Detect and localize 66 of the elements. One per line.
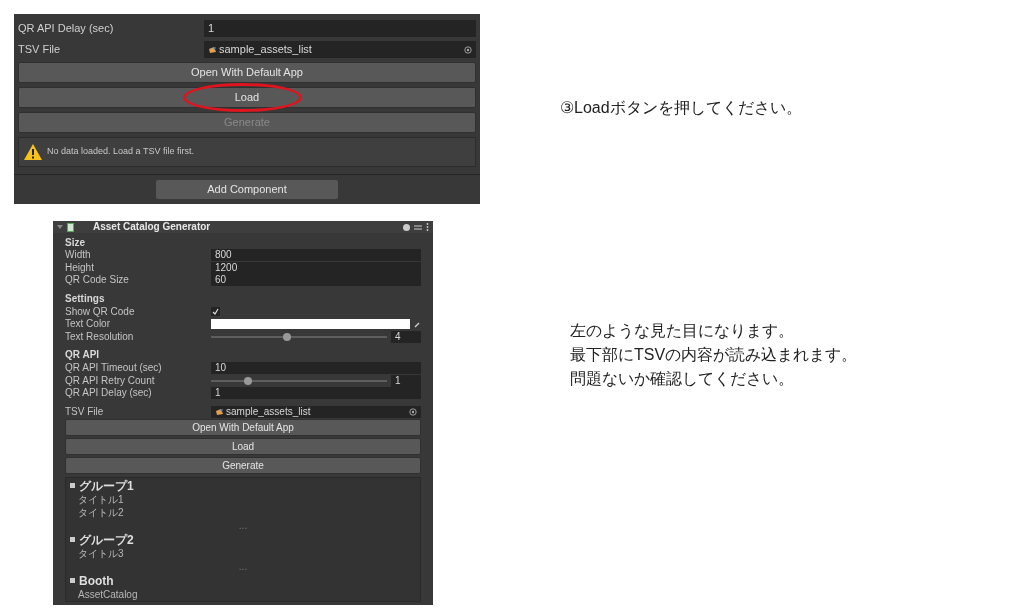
field-label: Text Color — [65, 318, 111, 331]
field-label: Text Resolution — [65, 330, 135, 343]
number-field[interactable]: 1 — [204, 20, 476, 37]
bullet-icon — [70, 483, 75, 488]
field-label: QR API Delay (sec) — [18, 21, 115, 37]
slider-thumb[interactable] — [243, 376, 252, 385]
item-title: タイトル3 — [77, 547, 125, 560]
number-field[interactable]: 4 — [391, 330, 421, 343]
add-component-button[interactable]: Add Component — [156, 180, 338, 199]
section-heading: Size — [65, 236, 85, 249]
field-label: Show QR Code — [65, 305, 136, 318]
target-icon[interactable] — [464, 45, 472, 54]
number-field[interactable]: 800 — [211, 249, 421, 262]
number-field[interactable]: 1 — [211, 387, 421, 400]
field-label: Height — [65, 261, 95, 274]
foldout-arrow-icon[interactable] — [57, 224, 63, 231]
item-title: タイトル1 — [77, 493, 125, 506]
inspector-button[interactable]: Open With Default App — [65, 419, 421, 436]
kebab-menu-icon[interactable] — [426, 223, 429, 232]
file-icon — [215, 407, 224, 416]
object-value: sample_assets_list — [219, 44, 313, 55]
bullet-icon — [70, 537, 75, 542]
object-value: sample_assets_list — [226, 406, 312, 417]
section-heading: QR API — [65, 349, 100, 362]
inspector-button[interactable]: Load — [18, 87, 476, 108]
field-label: TSV File — [18, 42, 62, 58]
number-field[interactable]: 1200 — [211, 261, 421, 274]
file-icon — [208, 45, 217, 54]
slider-thumb[interactable] — [282, 332, 291, 341]
field-label: QR API Timeout (sec) — [65, 361, 163, 374]
instruction-text: ③Loadボタンを押してください。 — [560, 98, 802, 118]
group-name: Booth — [79, 573, 114, 588]
separator-text: ... — [238, 560, 248, 573]
item-title: AssetCatalog — [77, 588, 139, 601]
checkbox[interactable] — [211, 307, 220, 317]
color-swatch[interactable] — [211, 319, 410, 330]
number-field[interactable]: 1 — [391, 374, 421, 387]
field-label: QR API Retry Count — [65, 374, 156, 387]
description-line: 最下部にTSVの内容が読み込まれます。 — [570, 345, 858, 365]
warning-text: No data loaded. Load a TSV file first. — [47, 145, 194, 159]
slider-track[interactable] — [211, 335, 387, 338]
object-field[interactable]: sample_assets_list — [211, 405, 421, 418]
number-field[interactable]: 10 — [211, 361, 421, 374]
field-label: TSV File — [65, 405, 105, 418]
group-name: グループ2 — [79, 532, 134, 547]
separator-text: ... — [238, 519, 248, 532]
warning-icon — [23, 143, 43, 161]
description-line: 左のような見た目になります。 — [570, 321, 795, 341]
field-label: QR Code Size — [65, 274, 130, 287]
bullet-icon — [70, 578, 75, 583]
inspector-button[interactable]: Generate — [65, 457, 421, 474]
script-icon — [67, 222, 74, 232]
number-field[interactable]: 60 — [211, 274, 421, 287]
eyedropper-icon[interactable] — [414, 320, 421, 328]
section-heading: Settings — [65, 292, 105, 305]
component-title: Asset Catalog Generator — [93, 221, 212, 234]
description-line: 問題ないか確認してください。 — [570, 369, 795, 389]
object-field[interactable]: sample_assets_list — [204, 41, 476, 58]
field-label: Width — [65, 249, 92, 262]
group-name: グループ1 — [79, 478, 134, 493]
field-label: QR API Delay (sec) — [65, 387, 153, 400]
item-title: タイトル2 — [77, 506, 125, 519]
inspector-button[interactable]: Open With Default App — [18, 62, 476, 83]
slider-track[interactable] — [211, 379, 387, 382]
target-icon[interactable] — [409, 407, 417, 416]
inspector-button[interactable]: Load — [65, 438, 421, 455]
